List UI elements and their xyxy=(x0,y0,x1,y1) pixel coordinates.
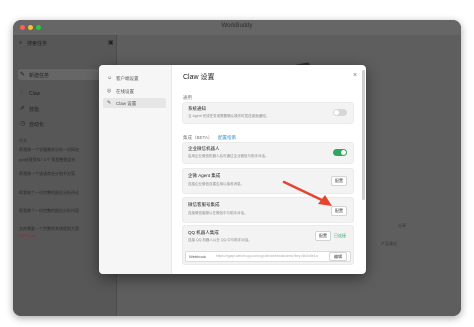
nav-label: 在线设置 xyxy=(116,89,134,94)
list-item[interactable]: 帮我做一个该该商业计划书方案 xyxy=(19,171,75,177)
share-label[interactable]: 分享 xyxy=(398,223,406,229)
search-icon: ⌕ xyxy=(19,40,23,46)
list-item[interactable]: 帮我做一个学霸需求分析一份网站 xyxy=(19,147,79,153)
nav-label: Claw 设置 xyxy=(116,101,137,106)
card-title: 企微 Agent 集成 xyxy=(188,173,221,178)
clock-icon: ◷ xyxy=(20,121,26,127)
dialog-title: Claw 设置 xyxy=(183,74,215,81)
nav-item-client[interactable]: ☺ 客户端设置 xyxy=(103,73,166,83)
edit-icon: ✎ xyxy=(20,72,26,78)
card-title: 系统通知 xyxy=(188,106,206,111)
nav-item-claw-settings[interactable]: ✎ Claw 设置 xyxy=(103,98,166,108)
close-icon[interactable]: × xyxy=(353,72,357,79)
connected-status: 已连接 xyxy=(334,233,346,238)
sidebar-item-new-task[interactable]: 新建任务 xyxy=(29,72,49,79)
section-general: 通用 xyxy=(183,95,192,100)
card-desc: 连接企业微信自建应用以接收消息。 xyxy=(188,182,244,186)
nav-label: 客户端设置 xyxy=(116,76,139,81)
sidebar-item-automation[interactable]: 自动化 xyxy=(29,121,44,128)
globe-icon: ◎ xyxy=(107,88,112,94)
status-badge: CFP Low xyxy=(19,233,36,238)
sidebar-item-skills[interactable]: 技能 xyxy=(29,106,39,113)
card-title: 企业微信机器人 xyxy=(188,146,220,151)
webhook-value[interactable]: https://qyapi.weixin.qq.com/cgi-bin/webh… xyxy=(216,254,324,258)
section-integration: 集成（BETA） xyxy=(183,135,213,140)
sidebar-toggle-icon[interactable]: ▣ xyxy=(108,39,114,46)
list-item[interactable]: 仓库需要一个完整的系统规划方案 xyxy=(19,226,79,232)
edit-button[interactable]: 编辑 xyxy=(329,252,347,261)
scrollbar[interactable] xyxy=(362,70,365,200)
window-title: WorkBuddy xyxy=(221,23,253,29)
card-desc: 连接微信客服以在微信中与助手对话。 xyxy=(188,211,248,215)
notification-toggle[interactable] xyxy=(333,109,347,116)
claw-icon: ◌ xyxy=(20,90,24,96)
card-wecom-bot: 企业微信机器人 启用企业微信机器人后可通过企业微信与助手对话。 xyxy=(182,142,354,164)
config-guide-link[interactable]: 配置指南 xyxy=(218,135,236,141)
arrow-annotation xyxy=(282,180,332,206)
wand-icon: ✐ xyxy=(20,106,26,112)
wecom-bot-toggle[interactable] xyxy=(333,149,347,156)
list-item[interactable]: 帮我做个一份完整的报告分析评论 xyxy=(19,190,79,196)
card-title: QQ 机器人集成 xyxy=(188,230,219,235)
configure-button[interactable]: 配置 xyxy=(315,231,331,241)
card-desc: 当 Agent 完成任务或需要确认操作时发送桌面通知。 xyxy=(188,114,270,118)
suggestion-label[interactable]: 产品建议 xyxy=(381,241,397,247)
list-item[interactable]: ppt处理资料7.5个 帮我整理这份 xyxy=(19,157,75,163)
settings-dialog: ☺ 客户端设置 ◎ 在线设置 ✎ Claw 设置 Claw 设置 × 通用 系统… xyxy=(99,65,366,274)
list-item[interactable]: 帮我做个一份完整的报告分析内容 xyxy=(19,208,79,214)
nav-item-online[interactable]: ◎ 在线设置 xyxy=(103,86,166,96)
webhook-label: Webhook xyxy=(189,254,206,259)
dialog-nav: ☺ 客户端设置 ◎ 在线设置 ✎ Claw 设置 xyxy=(99,65,172,274)
user-icon: ☺ xyxy=(107,75,113,81)
pen-icon: ✎ xyxy=(107,100,112,106)
card-title: 微信客服号集成 xyxy=(188,202,220,207)
section-label: 任务 xyxy=(19,138,27,143)
card-notifications: 系统通知 当 Agent 完成任务或需要确认操作时发送桌面通知。 xyxy=(182,102,354,124)
webhook-field[interactable]: Webhook https://qyapi.weixin.qq.com/cgi-… xyxy=(185,251,351,262)
search-input[interactable]: 搜索任务 xyxy=(27,40,47,47)
card-desc: 连接 QQ 机器人以在 QQ 中与助手对话。 xyxy=(188,238,252,242)
sidebar-item-claw[interactable]: Claw xyxy=(29,91,40,97)
title-bar: WorkBuddy xyxy=(13,20,461,35)
card-desc: 启用企业微信机器人后可通过企业微信与助手对话。 xyxy=(188,154,269,158)
